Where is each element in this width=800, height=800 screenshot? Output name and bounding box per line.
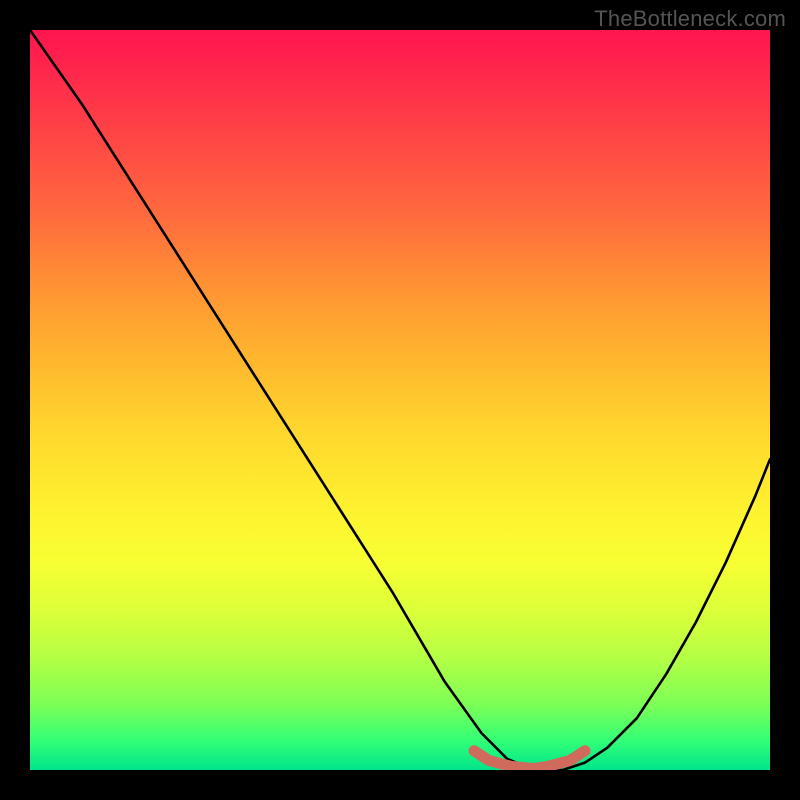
bottleneck-curve xyxy=(30,30,770,770)
flat-marker-curve xyxy=(474,751,585,769)
chart-frame: TheBottleneck.com xyxy=(0,0,800,800)
chart-svg xyxy=(30,30,770,770)
plot-area xyxy=(30,30,770,770)
credit-label: TheBottleneck.com xyxy=(594,6,786,32)
